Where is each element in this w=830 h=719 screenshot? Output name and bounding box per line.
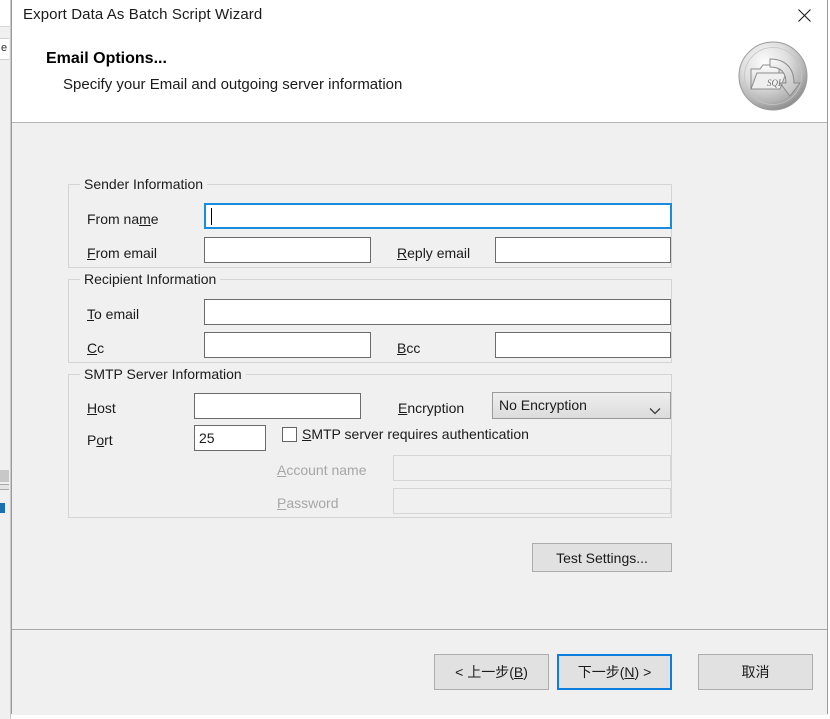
sql-export-folder-icon: SQL bbox=[736, 39, 810, 113]
dialog-title: Export Data As Batch Script Wizard bbox=[23, 6, 263, 23]
next-button-label: 下一步(N) > bbox=[577, 664, 652, 680]
export-data-wizard-dialog: Export Data As Batch Script Wizard Email… bbox=[11, 0, 828, 715]
dialog-banner: Email Options... Specify your Email and … bbox=[12, 31, 827, 123]
cancel-button-label: 取消 bbox=[741, 664, 770, 680]
dialog-body: Sender Information From name From email … bbox=[12, 123, 827, 630]
label-from-email: From email bbox=[87, 245, 158, 261]
label-account-name: Account name bbox=[277, 462, 367, 478]
from-name-input[interactable] bbox=[204, 203, 672, 229]
cancel-button[interactable]: 取消 bbox=[698, 654, 813, 690]
sql-badge-text: SQL bbox=[767, 78, 783, 88]
next-button[interactable]: 下一步(N) > bbox=[557, 654, 672, 690]
group-title-smtp: SMTP Server Information bbox=[80, 366, 246, 382]
dialog-footer: < 上一步(B) 下一步(N) > 取消 bbox=[12, 630, 827, 715]
label-port: Port bbox=[87, 432, 113, 448]
label-host: Host bbox=[87, 400, 116, 416]
close-icon[interactable] bbox=[781, 0, 827, 31]
label-to-email: To email bbox=[87, 306, 140, 322]
group-title-sender: Sender Information bbox=[80, 176, 208, 192]
chevron-down-icon bbox=[649, 402, 661, 418]
reply-email-input[interactable] bbox=[495, 237, 671, 263]
to-email-input[interactable] bbox=[204, 299, 671, 325]
label-bcc: Bcc bbox=[397, 340, 421, 356]
dialog-titlebar: Export Data As Batch Script Wizard bbox=[12, 0, 827, 31]
back-button[interactable]: < 上一步(B) bbox=[434, 654, 549, 690]
from-email-input[interactable] bbox=[204, 237, 371, 263]
label-cc: Cc bbox=[87, 340, 105, 356]
label-password: Password bbox=[277, 495, 339, 511]
label-from-name: From name bbox=[87, 211, 159, 227]
background-window-strip bbox=[0, 484, 9, 490]
checkbox-box-icon bbox=[282, 426, 297, 442]
port-input[interactable] bbox=[194, 425, 266, 451]
bcc-input[interactable] bbox=[495, 332, 671, 358]
test-settings-button[interactable]: Test Settings... bbox=[532, 543, 672, 572]
page-subtitle: Specify your Email and outgoing server i… bbox=[63, 76, 403, 93]
encryption-select[interactable]: No Encryption bbox=[492, 392, 671, 419]
background-window-sliver: e bbox=[0, 0, 11, 719]
background-window-titlebar bbox=[0, 0, 10, 27]
page-title: Email Options... bbox=[46, 50, 167, 67]
account-name-input[interactable] bbox=[393, 455, 671, 481]
background-window-accent-strip bbox=[0, 503, 5, 513]
label-reply-email: Reply email bbox=[397, 245, 471, 261]
encryption-selected-value: No Encryption bbox=[499, 397, 587, 413]
group-title-recipient: Recipient Information bbox=[80, 271, 221, 287]
smtp-requires-auth-label: SMTP server requires authentication bbox=[302, 426, 529, 442]
background-window-text-fragment: e bbox=[1, 42, 8, 54]
smtp-requires-auth-checkbox[interactable]: SMTP server requires authentication bbox=[282, 426, 529, 442]
password-input[interactable] bbox=[393, 488, 671, 514]
host-input[interactable] bbox=[194, 393, 361, 419]
text-caret bbox=[211, 208, 212, 225]
background-window-strip bbox=[0, 470, 9, 482]
cc-input[interactable] bbox=[204, 332, 371, 358]
label-encryption: Encryption bbox=[398, 400, 465, 416]
back-button-label: < 上一步(B) bbox=[455, 664, 528, 680]
test-settings-label: Test Settings... bbox=[556, 549, 648, 566]
